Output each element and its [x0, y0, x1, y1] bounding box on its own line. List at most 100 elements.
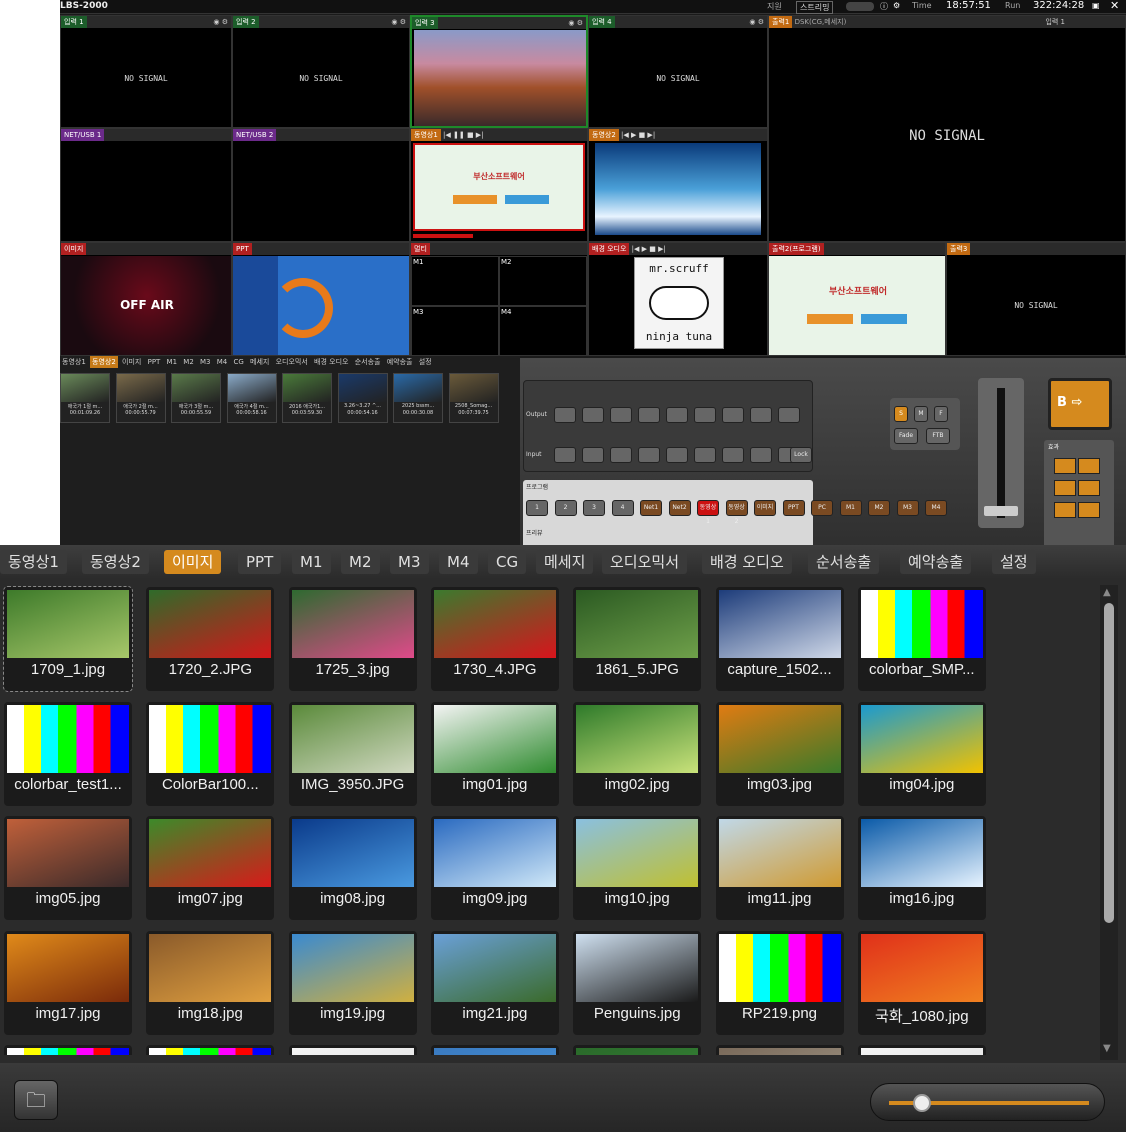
scrollbar-thumb[interactable] [1104, 603, 1114, 923]
small-tab[interactable]: M2 [181, 356, 196, 368]
small-tab[interactable]: 동영상1 [60, 356, 88, 368]
net-usb-1-tile[interactable]: NET/USB 1 [60, 128, 232, 242]
program-source-button[interactable]: 2 [554, 500, 577, 516]
video-thumbnail[interactable]: 애국가 3절 m... 00:00:55.59 [171, 373, 221, 423]
image-thumbnail[interactable]: capture_1502... [715, 587, 844, 691]
support-button[interactable]: 지원 [767, 1, 782, 12]
image-thumbnail[interactable] [4, 1045, 132, 1055]
playback-controls[interactable]: |◀ ▶ ■ ▶| [621, 131, 655, 139]
program-source-button[interactable]: 1 [526, 500, 548, 516]
video-2-tile[interactable]: 동영상2 |◀ ▶ ■ ▶| [588, 128, 768, 242]
output-bus-button[interactable] [722, 407, 744, 423]
small-tab[interactable]: 예약송출 [385, 356, 415, 368]
net-usb-2-tile[interactable]: NET/USB 2 [232, 128, 410, 242]
tab-0[interactable]: 동영상1 [0, 550, 67, 574]
image-thumbnail[interactable]: img10.jpg [573, 816, 702, 920]
image-thumbnail[interactable] [857, 1045, 986, 1055]
image-thumbnail[interactable]: img11.jpg [715, 816, 844, 920]
small-tab[interactable]: M1 [165, 356, 180, 368]
program-source-button[interactable]: M4 [925, 500, 947, 516]
tab-1[interactable]: 동영상2 [82, 550, 149, 574]
ppt-tile[interactable]: PPT [232, 242, 410, 356]
multi-m4[interactable]: M4 [499, 306, 587, 355]
tab-4[interactable]: M1 [292, 550, 331, 574]
output-bus-button[interactable] [610, 407, 632, 423]
stream-toggle[interactable] [846, 2, 874, 11]
program-source-button[interactable]: M1 [839, 500, 862, 516]
image-thumbnail[interactable]: img01.jpg [430, 701, 559, 806]
image-thumbnail[interactable]: img21.jpg [430, 930, 559, 1035]
effect-wipe-button[interactable] [1054, 458, 1076, 474]
input-bus-button[interactable] [722, 447, 744, 463]
video-1-tile[interactable]: 동영상1 |◀ ❚❚ ■ ▶| 부산소프트웨어 [410, 128, 588, 242]
tab-11[interactable]: 배경 오디오 [702, 550, 792, 574]
image-thumbnail[interactable]: RP219.png [715, 930, 844, 1035]
close-icon[interactable]: ✕ [1110, 0, 1119, 12]
input-bus-button[interactable] [666, 447, 688, 463]
tab-2[interactable]: 이미지 [164, 550, 222, 574]
image-thumbnail[interactable]: colorbar_test1... [4, 701, 132, 806]
input-bus-button[interactable] [750, 447, 772, 463]
program-source-button[interactable]: 동영상2 [725, 500, 748, 525]
input-4-tile[interactable]: 입력 4 ◉ ⚙ NO SIGNAL [588, 15, 768, 128]
image-thumbnail[interactable]: 1720_2.JPG [146, 587, 275, 691]
speed-f-button[interactable]: F [934, 406, 948, 422]
input-bus-button[interactable] [694, 447, 716, 463]
image-thumbnail[interactable] [430, 1045, 559, 1055]
b-bus-button[interactable]: B ⇨ [1048, 378, 1112, 430]
open-folder-button[interactable]: 🗀 [14, 1080, 58, 1120]
image-thumbnail[interactable]: 1730_4.JPG [430, 587, 559, 691]
input-bus-button[interactable] [554, 447, 576, 463]
video-thumbnail[interactable]: 애국가 1절 m... 00:01:09.26 [60, 373, 110, 423]
program-source-button[interactable]: 4 [611, 500, 634, 516]
output-bus-button[interactable] [666, 407, 688, 423]
scroll-down-icon[interactable]: ▼ [1103, 1043, 1111, 1054]
program-source-button[interactable]: PC [811, 500, 833, 516]
image-thumbnail[interactable]: img08.jpg [288, 816, 417, 920]
effect-wipe-button[interactable] [1078, 458, 1100, 474]
input-1-tile[interactable]: 입력 1 ◉ ⚙ NO SIGNAL [60, 15, 232, 128]
speed-s-button[interactable]: S [894, 406, 908, 422]
scrollbar[interactable]: ▲ ▼ [1100, 585, 1118, 1060]
multi-m2[interactable]: M2 [499, 256, 587, 306]
tab-10[interactable]: 오디오믹서 [602, 550, 688, 574]
background-audio-tile[interactable]: 배경 오디오 |◀ ▶ ■ ▶| mr.scruff ninja tuna [588, 242, 768, 356]
ftb-button[interactable]: FTB [926, 428, 950, 444]
output-source-select[interactable]: 입력 1 [1045, 16, 1065, 28]
tab-12[interactable]: 순서송출 [808, 550, 880, 574]
small-tab[interactable]: 설정 [417, 356, 434, 368]
output-2-tile[interactable]: 출력2(프로그램) 부산소프트웨어 [768, 242, 946, 356]
tab-9[interactable]: 메세지 [536, 550, 594, 574]
tab-3[interactable]: PPT [238, 550, 282, 574]
tab-8[interactable]: CG [488, 550, 527, 574]
image-tile[interactable]: 이미지 OFF AIR [60, 242, 232, 356]
small-tab[interactable]: 순서송출 [353, 356, 383, 368]
small-tab[interactable]: M3 [198, 356, 213, 368]
effect-wipe-button[interactable] [1054, 480, 1076, 496]
program-source-button[interactable]: M2 [868, 500, 890, 516]
small-tab[interactable]: 오디오믹서 [274, 356, 310, 368]
image-thumbnail[interactable]: 국화_1080.jpg [857, 930, 986, 1035]
image-thumbnail[interactable]: 1709_1.jpg [3, 586, 133, 692]
speed-m-button[interactable]: M [914, 406, 928, 422]
image-thumbnail[interactable]: img18.jpg [146, 930, 275, 1035]
image-thumbnail[interactable] [146, 1045, 275, 1055]
image-thumbnail[interactable]: 1861_5.JPG [573, 587, 702, 691]
slider-knob[interactable] [913, 1094, 931, 1112]
playback-controls[interactable]: |◀ ▶ ■ ▶| [632, 245, 666, 253]
image-thumbnail[interactable]: img17.jpg [4, 930, 132, 1035]
video-thumbnail[interactable]: 2025 bssm... 00:00:30.08 [393, 373, 443, 423]
small-tab[interactable]: 메세지 [248, 356, 271, 368]
video-thumbnail[interactable]: 3.26~3.27 ^... 00:00:54.16 [337, 373, 388, 423]
camera-settings-icon[interactable]: ◉ ⚙ [749, 16, 764, 28]
image-thumbnail[interactable]: ColorBar100... [146, 701, 275, 806]
image-thumbnail[interactable]: IMG_3950.JPG [288, 701, 417, 806]
layout-icon[interactable]: ▣ [1092, 1, 1100, 10]
gear-icon[interactable]: ⚙ [893, 1, 900, 10]
output-bus-button[interactable] [750, 407, 772, 423]
program-source-button[interactable]: M3 [896, 500, 919, 516]
tab-14[interactable]: 설정 [992, 550, 1036, 574]
output-bus-button[interactable] [554, 407, 576, 423]
tab-13[interactable]: 예약송출 [900, 550, 972, 574]
image-thumbnail[interactable]: img07.jpg [146, 816, 275, 920]
